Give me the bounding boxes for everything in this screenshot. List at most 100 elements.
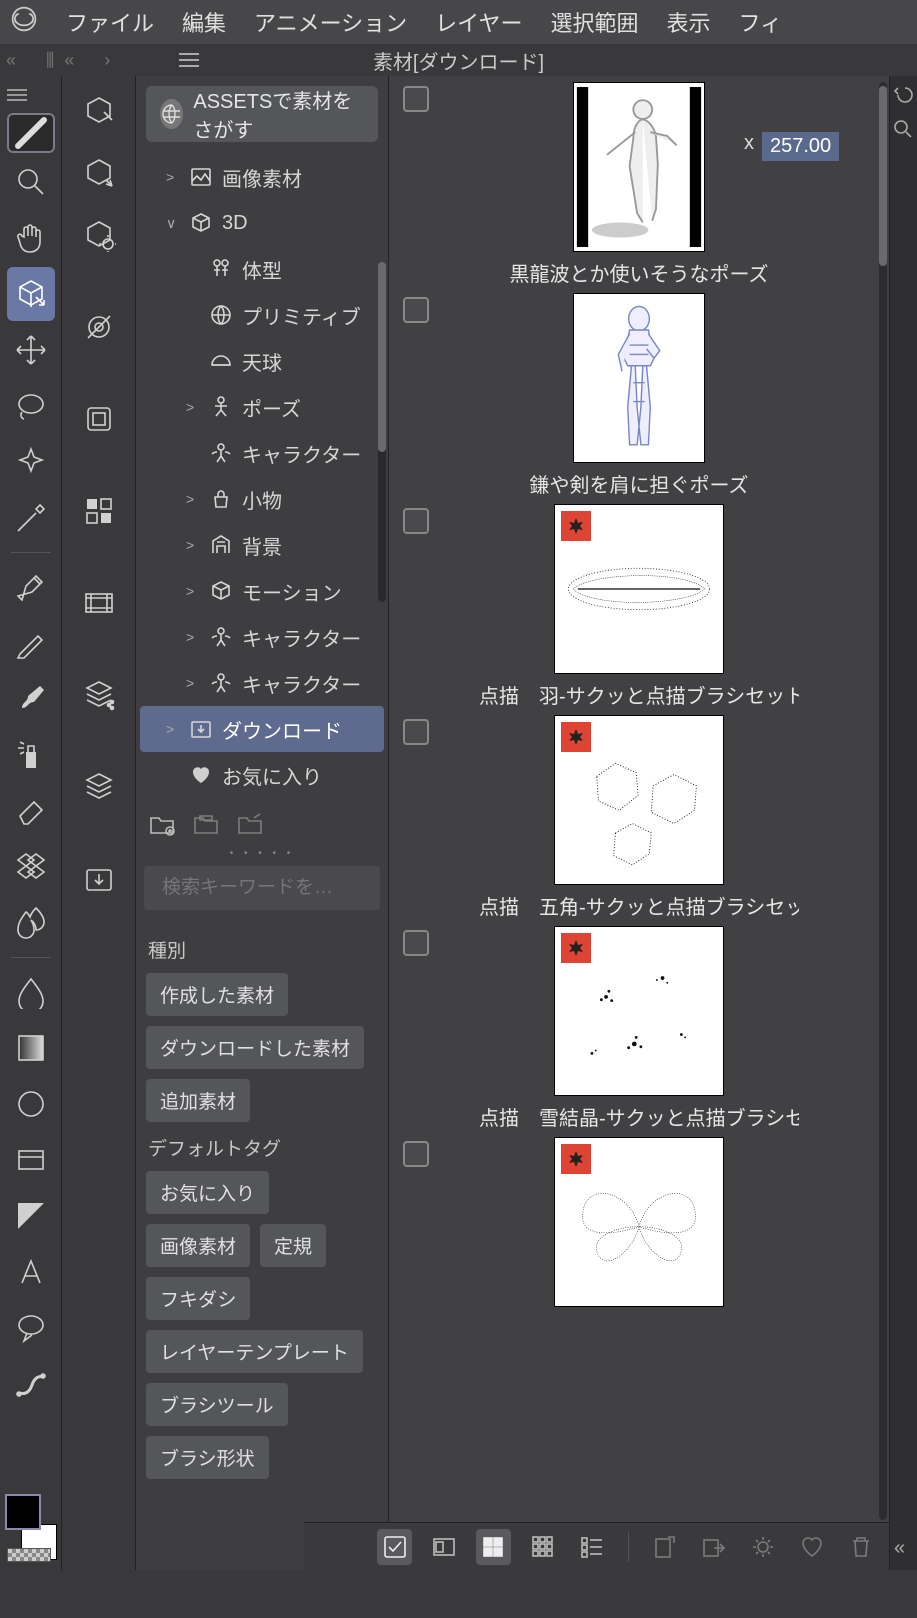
pen-tool-icon[interactable] <box>7 560 55 614</box>
nav-grip-icon[interactable]: ⫼ <box>46 50 54 71</box>
tree-item[interactable]: ∨3D <box>140 200 384 246</box>
pattern-tool-icon[interactable] <box>7 840 55 894</box>
object-tool-icon[interactable] <box>7 267 55 321</box>
subtool-film-icon[interactable] <box>73 574 125 632</box>
assets-search-button[interactable]: ASSETSで素材をさがす <box>146 86 378 142</box>
material-item[interactable]: 鎌や剣を肩に担ぐポーズ <box>389 293 889 498</box>
subtool-cubegear-icon[interactable] <box>73 206 125 264</box>
tree-item[interactable]: >ダウンロード <box>140 706 384 752</box>
subtool-cursor-icon[interactable] <box>73 82 125 140</box>
material-checkbox[interactable] <box>403 86 429 112</box>
view-small-grid-icon[interactable] <box>525 1529 560 1565</box>
material-thumbnail[interactable] <box>554 504 724 674</box>
filter-tag[interactable]: 定規 <box>260 1224 326 1267</box>
material-checkbox[interactable] <box>403 508 429 534</box>
lasso-tool-icon[interactable] <box>7 379 55 433</box>
view-list-icon[interactable] <box>574 1529 609 1565</box>
nav-next-icon[interactable]: › <box>104 50 110 71</box>
color-swatches[interactable] <box>3 1492 59 1562</box>
menu-item[interactable]: ファイル <box>66 6 154 38</box>
filter-tag[interactable]: 画像素材 <box>146 1224 250 1267</box>
tree-item[interactable]: 天球 <box>140 338 384 384</box>
shape-tool-icon[interactable] <box>7 1077 55 1131</box>
search-box[interactable] <box>144 866 380 910</box>
menu-item[interactable]: フィ <box>739 6 783 38</box>
tree-item[interactable]: >画像素材 <box>140 154 384 200</box>
delete-folder-icon[interactable] <box>192 810 220 843</box>
menu-item[interactable]: アニメーション <box>254 6 407 38</box>
subtool-layers-icon[interactable] <box>73 758 125 816</box>
tree-item[interactable]: >ポーズ <box>140 384 384 430</box>
material-item[interactable]: 点描 五角-サクッと点描ブラシセット <box>389 715 889 920</box>
tree-item[interactable]: >背景 <box>140 522 384 568</box>
material-thumbnail[interactable] <box>554 926 724 1096</box>
material-thumbnail[interactable] <box>573 293 705 463</box>
search-mini-icon[interactable] <box>893 119 913 144</box>
open-folder-icon[interactable] <box>236 810 264 843</box>
material-thumbnail[interactable] <box>573 82 705 252</box>
material-item[interactable]: 点描 雪結晶-サクッと点描ブラシセット <box>389 926 889 1131</box>
subtool-grid-icon[interactable] <box>73 482 125 540</box>
balloon-tool-icon[interactable] <box>7 1301 55 1355</box>
tree-item[interactable]: プリミティブ <box>140 292 384 338</box>
tree-item[interactable]: キャラクター <box>140 430 384 476</box>
material-checkbox[interactable] <box>403 930 429 956</box>
paste-material-icon[interactable] <box>647 1529 682 1565</box>
blend-tool-icon[interactable] <box>7 896 55 950</box>
view-check-icon[interactable] <box>377 1529 412 1565</box>
transparent-swatch[interactable] <box>7 1548 51 1562</box>
gradient-tool-icon[interactable] <box>7 1021 55 1075</box>
view-detail-icon[interactable] <box>426 1529 461 1565</box>
pen-preview-icon[interactable] <box>7 113 55 153</box>
resize-grip-icon[interactable]: • • • • • <box>136 848 388 860</box>
wand-tool-icon[interactable] <box>7 435 55 489</box>
material-settings-icon[interactable] <box>745 1529 780 1565</box>
new-folder-icon[interactable] <box>148 810 176 843</box>
search-input[interactable] <box>162 877 407 899</box>
brush-tool-icon[interactable] <box>7 672 55 726</box>
register-material-icon[interactable] <box>696 1529 731 1565</box>
pencil-tool-icon[interactable] <box>7 616 55 670</box>
favorite-icon[interactable] <box>794 1529 829 1565</box>
ruler-tool-icon[interactable] <box>7 1189 55 1243</box>
move-tool-icon[interactable] <box>7 323 55 377</box>
menu-item[interactable]: 編集 <box>182 6 226 38</box>
undo-icon[interactable] <box>893 84 913 109</box>
fill-tool-icon[interactable] <box>7 965 55 1019</box>
tree-item[interactable]: >キャラクター <box>140 660 384 706</box>
material-item[interactable] <box>389 1137 889 1307</box>
view-large-grid-icon[interactable] <box>476 1529 511 1565</box>
material-thumbnail[interactable] <box>554 715 724 885</box>
filter-tag[interactable]: レイヤーテンプレート <box>146 1330 363 1373</box>
correct-tool-icon[interactable] <box>7 1357 55 1411</box>
menu-item[interactable]: 表示 <box>667 6 711 38</box>
material-checkbox[interactable] <box>403 297 429 323</box>
toolbar-menu-icon[interactable] <box>6 88 28 102</box>
subtool-download-icon[interactable] <box>73 850 125 908</box>
tree-item[interactable]: >小物 <box>140 476 384 522</box>
eraser-tool-icon[interactable] <box>7 784 55 838</box>
nav-prev2-icon[interactable]: « <box>64 50 74 71</box>
tree-item[interactable]: >キャラクター <box>140 614 384 660</box>
zoom-tool-icon[interactable] <box>7 155 55 209</box>
material-item[interactable]: 点描 羽-サクッと点描ブラシセット <box>389 504 889 709</box>
fg-color-swatch[interactable] <box>5 1494 41 1530</box>
tree-item[interactable]: 体型 <box>140 246 384 292</box>
collapse-right-icon[interactable]: « <box>894 1537 905 1560</box>
subtool-cubeedit-icon[interactable] <box>73 144 125 202</box>
subtool-target-icon[interactable] <box>73 298 125 356</box>
frame-tool-icon[interactable] <box>7 1133 55 1187</box>
filter-tag[interactable]: ブラシ形状 <box>146 1436 269 1479</box>
menu-item[interactable]: レイヤー <box>435 6 522 38</box>
tree-item[interactable]: お気に入り <box>140 752 384 798</box>
menu-item[interactable]: 選択範囲 <box>551 6 639 38</box>
tree-item[interactable]: >モーション <box>140 568 384 614</box>
filter-tag[interactable]: ブラシツール <box>146 1383 288 1426</box>
trash-icon[interactable] <box>844 1529 879 1565</box>
airbrush-tool-icon[interactable] <box>7 728 55 782</box>
hand-tool-icon[interactable] <box>7 211 55 265</box>
panel-menu-icon[interactable] <box>178 52 200 73</box>
text-tool-icon[interactable] <box>7 1245 55 1299</box>
subtool-layers-dots-icon[interactable] <box>73 666 125 724</box>
filter-tag[interactable]: ダウンロードした素材 <box>146 1026 364 1069</box>
